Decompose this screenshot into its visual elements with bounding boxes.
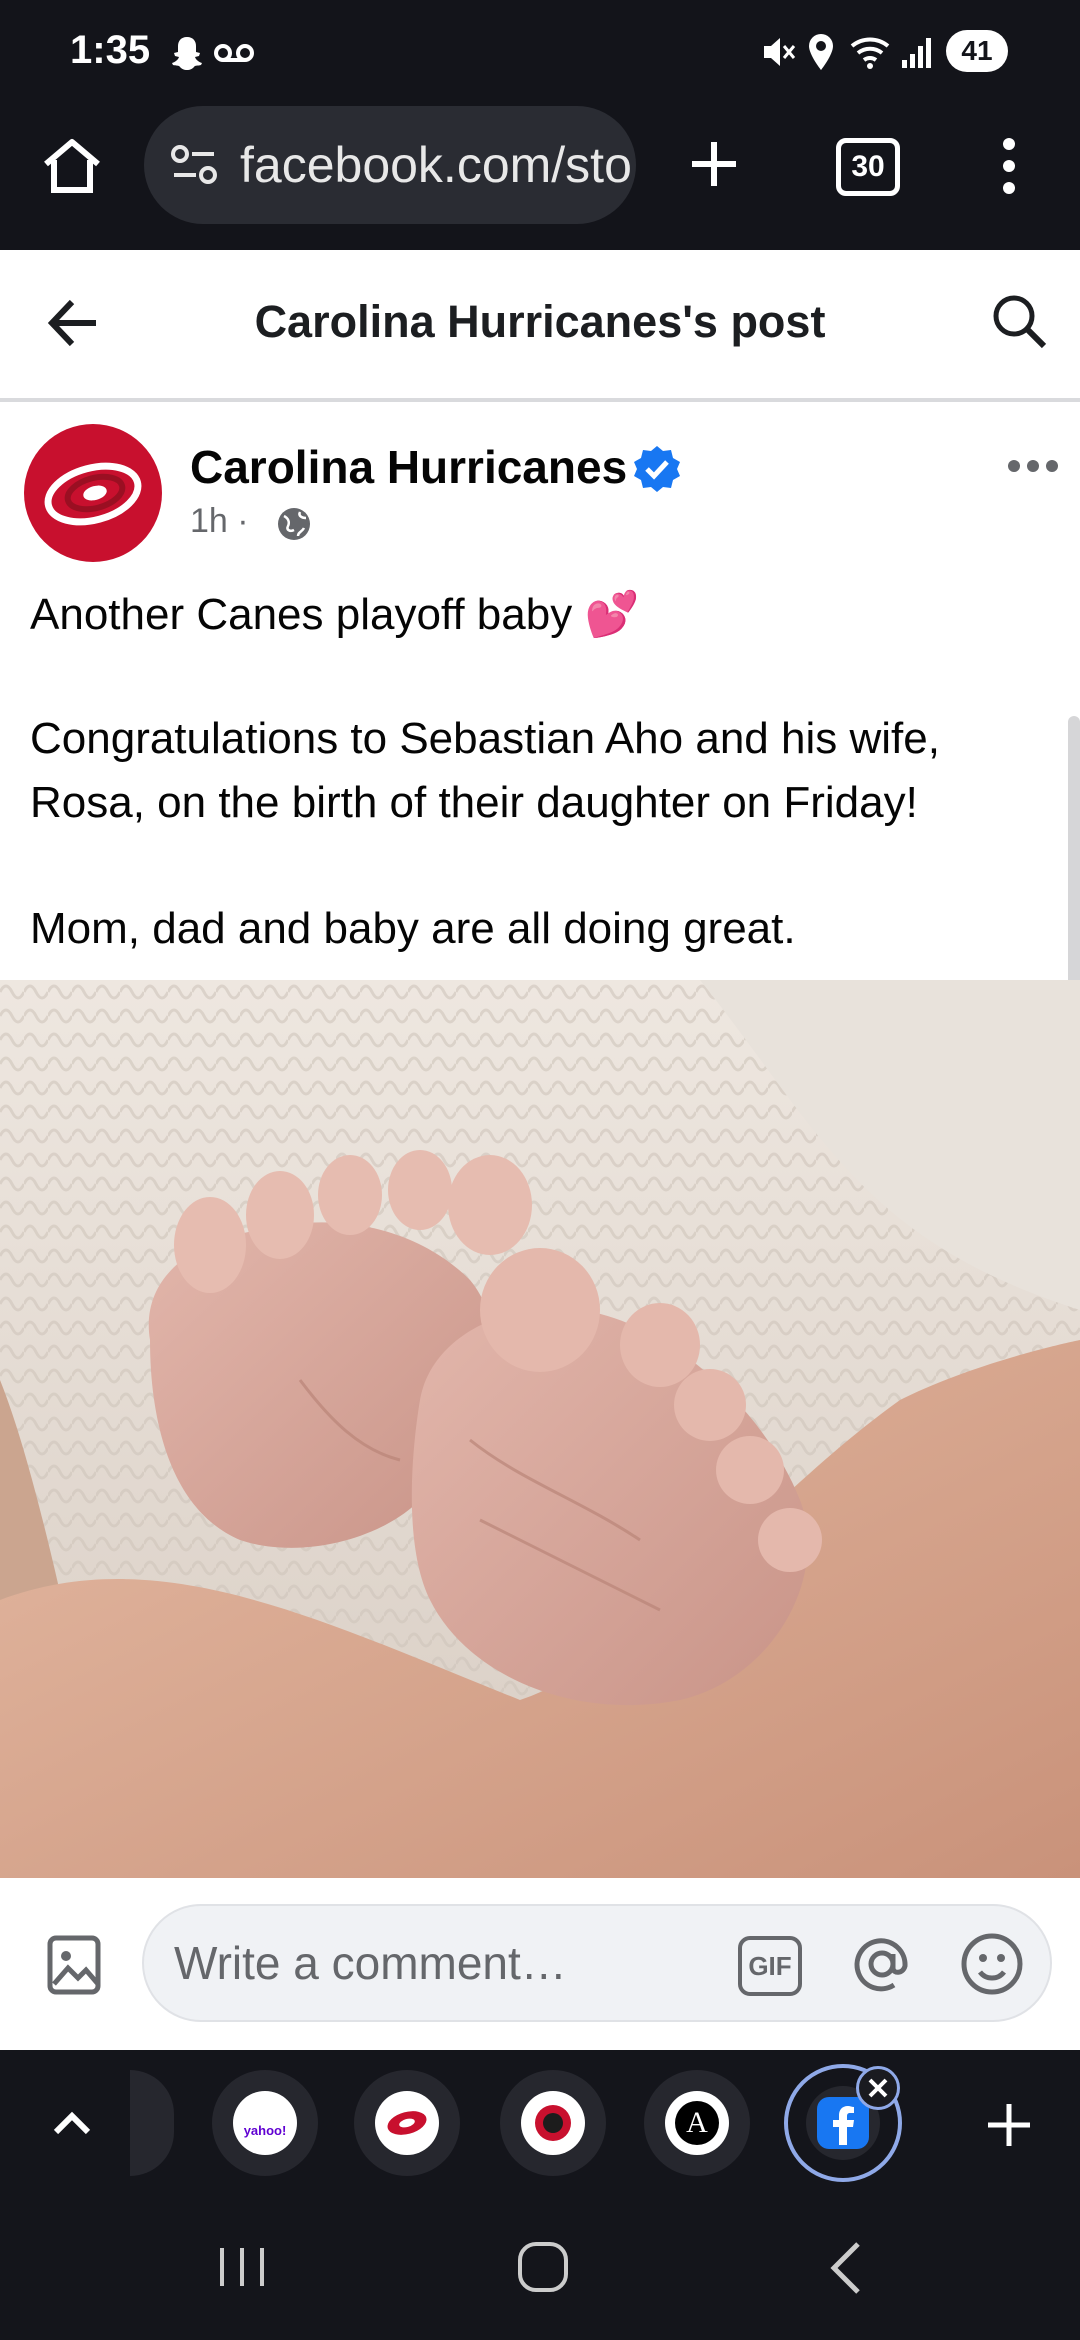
status-bar: 1:35 41 xyxy=(0,0,1080,100)
athletic-tab-logo: A xyxy=(665,2091,729,2155)
verified-badge-icon xyxy=(634,446,680,492)
photo-attach-icon[interactable] xyxy=(46,1934,102,1996)
emoji-icon[interactable] xyxy=(960,1932,1024,1996)
tab-yahoo[interactable]: yahoo! xyxy=(212,2070,318,2176)
hurricanes-logo-icon xyxy=(44,462,142,526)
post-timestamp: 1h · xyxy=(190,502,249,540)
post-options-icon[interactable] xyxy=(1006,458,1060,474)
gif-button[interactable]: GIF xyxy=(738,1936,802,1996)
yahoo-label: yahoo! xyxy=(233,2091,297,2155)
url-text[interactable]: facebook.com/sto xyxy=(240,136,632,194)
signal-icon xyxy=(902,38,931,68)
search-icon[interactable] xyxy=(990,292,1050,352)
athletic-letter: A xyxy=(675,2101,719,2145)
sports-logo-icon xyxy=(535,2105,571,2141)
more-menu-icon[interactable] xyxy=(994,136,1024,196)
chevron-up-icon[interactable] xyxy=(52,2110,92,2136)
mention-icon[interactable] xyxy=(850,1932,914,1996)
comment-input[interactable]: Write a comment… GIF xyxy=(142,1904,1052,2022)
post-time-text: 1h xyxy=(190,502,228,540)
comment-placeholder[interactable]: Write a comment… xyxy=(174,1936,567,1990)
voicemail-icon xyxy=(214,44,254,62)
home-icon[interactable] xyxy=(40,134,104,198)
mute-icon xyxy=(764,38,796,66)
post-photo[interactable] xyxy=(0,980,1080,1878)
page-avatar[interactable] xyxy=(24,424,162,562)
post-header: Carolina Hurricanes's post xyxy=(0,252,1080,402)
tab-the-athletic[interactable]: A xyxy=(644,2070,750,2176)
close-tab-button[interactable] xyxy=(856,2066,900,2110)
snapchat-icon xyxy=(172,37,202,70)
tab-sports[interactable] xyxy=(500,2070,606,2176)
recents-icon[interactable] xyxy=(214,2244,270,2290)
tab-switcher-button[interactable]: 30 xyxy=(836,138,900,196)
post-text-line: Another Canes playoff baby 💕 xyxy=(30,590,640,639)
status-time: 1:35 xyxy=(70,28,151,72)
post-text-line: Mom, dad and baby are all doing great. xyxy=(30,904,796,953)
new-tab-icon[interactable] xyxy=(688,138,740,190)
post-text-line: Congratulations to Sebastian Aho and his… xyxy=(30,714,940,763)
hurricanes-logo-icon xyxy=(387,2111,427,2135)
site-settings-icon[interactable] xyxy=(170,144,218,186)
address-bar[interactable]: facebook.com/sto xyxy=(144,106,636,224)
back-nav-icon[interactable] xyxy=(826,2240,866,2296)
hurricanes-tab-logo xyxy=(375,2091,439,2155)
close-icon xyxy=(868,2078,888,2098)
post-text-line: Rosa, on the birth of their daughter on … xyxy=(30,778,918,827)
wifi-icon xyxy=(850,37,890,69)
globe-icon xyxy=(278,508,310,540)
page-name-link[interactable]: Carolina Hurricanes xyxy=(190,440,627,494)
baby-feet-photo xyxy=(0,980,1080,1878)
sports-tab-logo xyxy=(521,2091,585,2155)
add-tab-icon[interactable] xyxy=(986,2102,1032,2148)
battery-indicator: 41 xyxy=(946,30,1008,72)
tab-hurricanes[interactable] xyxy=(354,2070,460,2176)
home-nav-icon[interactable] xyxy=(516,2240,570,2294)
location-icon xyxy=(809,34,833,70)
page-title: Carolina Hurricanes's post xyxy=(254,296,826,347)
